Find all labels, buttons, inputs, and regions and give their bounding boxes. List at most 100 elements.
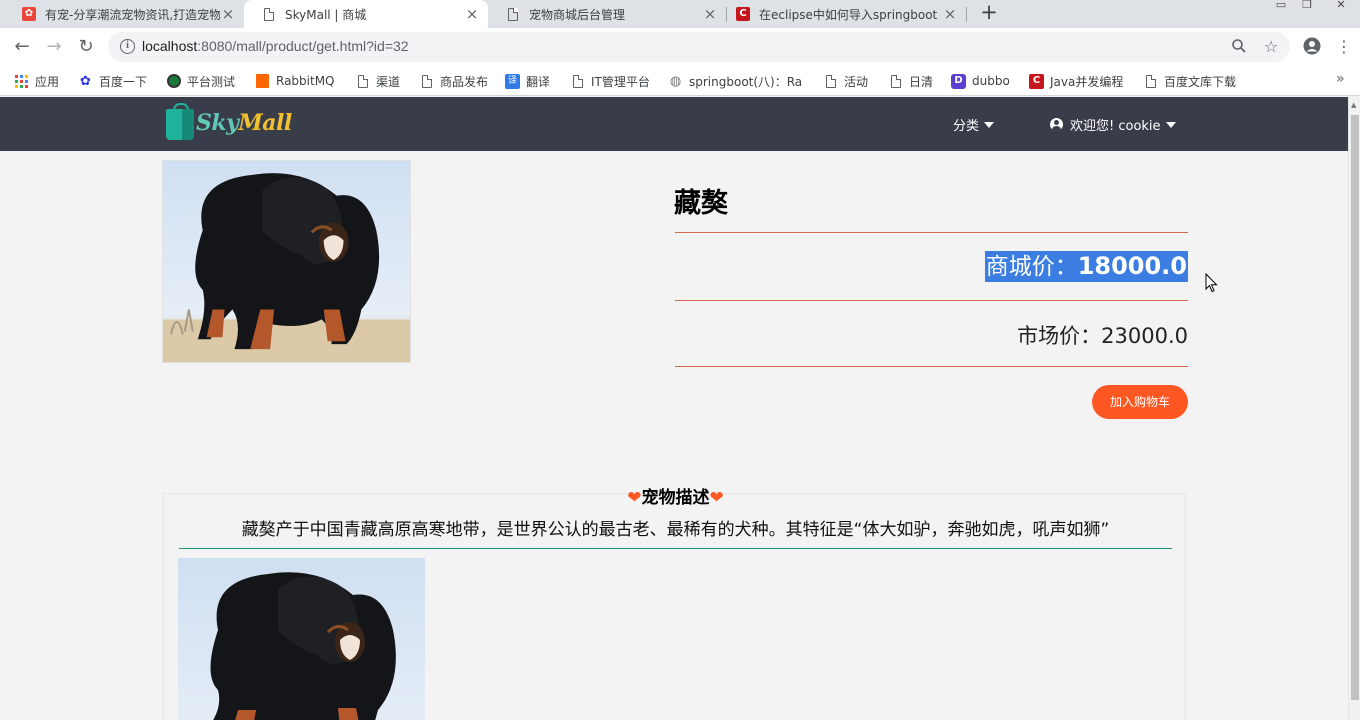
globe-icon: ◍ xyxy=(669,73,682,89)
description-text: 藏獒产于中国青藏高原高寒地带，是世界公认的最古老、最稀有的犬种。其特征是“体大如… xyxy=(241,520,1110,540)
new-tab-button[interactable]: + xyxy=(978,1,1000,25)
divider-line xyxy=(675,366,1188,367)
tab-eclipse[interactable]: C 在eclipse中如何导入springboot × xyxy=(718,0,966,28)
nav-user-label: 欢迎您! cookie xyxy=(1070,119,1161,134)
forward-arrow-icon[interactable]: → xyxy=(43,36,65,58)
scrollbar-thumb[interactable] xyxy=(1351,115,1359,700)
close-icon[interactable]: × xyxy=(464,5,480,23)
restore-icon[interactable]: ❐ xyxy=(1296,0,1318,10)
bookmark-channel[interactable]: 渠道 xyxy=(355,72,400,90)
bookmark-label: 翻译 xyxy=(526,74,551,89)
logo-text: SkyMall xyxy=(196,110,292,136)
zoom-icon[interactable] xyxy=(1230,38,1248,56)
product-name: 藏獒 xyxy=(674,188,728,219)
url-text[interactable]: localhost:8080/mall/product/get.html?id=… xyxy=(142,38,409,54)
bookmarks-bar: 应用 ✿ 百度一下 平台测试 RabbitMQ 渠道 商品发布 译翻译 IT管理平… xyxy=(0,66,1360,96)
profile-avatar-icon[interactable] xyxy=(1302,37,1322,57)
tab-title: 有宠-分享潮流宠物资讯,打造宠物 xyxy=(45,7,220,22)
bookmark-platform-test[interactable]: 平台测试 xyxy=(166,72,235,90)
close-icon[interactable]: × xyxy=(702,5,718,23)
url-path: :8080/mall/product/get.html?id=32 xyxy=(197,38,409,54)
bookmark-label: 应用 xyxy=(35,74,60,89)
baidu-paw-icon: ✿ xyxy=(80,73,91,89)
apps-grid-icon xyxy=(14,74,29,89)
red-c-icon: C xyxy=(736,7,750,21)
bookmark-label: 百度一下 xyxy=(99,74,148,89)
document-icon xyxy=(506,7,520,21)
market-price-value: 23000.0 xyxy=(1101,324,1188,348)
url-host: localhost xyxy=(142,38,198,54)
bookmark-label: IT管理平台 xyxy=(591,74,650,89)
tab-title: 在eclipse中如何导入springboot xyxy=(759,7,938,22)
bookmark-it-platform[interactable]: IT管理平台 xyxy=(570,72,650,90)
description-heading: ❤宠物描述❤ xyxy=(164,483,1187,508)
user-icon xyxy=(1050,118,1063,131)
bookmark-product-publish[interactable]: 商品发布 xyxy=(419,72,488,90)
translate-icon: 译 xyxy=(505,73,520,89)
bookmark-daily[interactable]: 日清 xyxy=(888,72,933,90)
close-icon[interactable]: × xyxy=(942,5,958,23)
bookmark-apps[interactable]: 应用 xyxy=(14,72,59,90)
browser-tab-strip: ✿ 有宠-分享潮流宠物资讯,打造宠物 × SkyMall | 商城 × 宠物商城… xyxy=(0,0,1360,28)
window-close-icon[interactable]: ✕ xyxy=(1330,0,1352,10)
bookmark-springboot[interactable]: ◍ springboot(八)：Ra xyxy=(668,72,806,90)
skymall-logo[interactable]: SkyMall xyxy=(166,103,296,142)
nav-category-dropdown[interactable]: 分类 xyxy=(953,115,995,134)
bookmark-label: RabbitMQ xyxy=(276,74,335,88)
browser-toolbar: ← → ↻ i localhost:8080/mall/product/get.… xyxy=(0,28,1360,66)
bookmark-java-concurrency[interactable]: C Java并发编程 xyxy=(1029,72,1123,90)
mouse-cursor-icon xyxy=(1205,273,1218,293)
nav-category-label: 分类 xyxy=(953,119,980,134)
minimize-icon[interactable]: ▭ xyxy=(1270,0,1292,10)
bookmark-label: Java并发编程 xyxy=(1050,74,1124,89)
heart-icon: ❤ xyxy=(627,488,642,508)
bookmark-activity[interactable]: 活动 xyxy=(823,72,868,90)
bookmark-rabbitmq[interactable]: RabbitMQ xyxy=(255,72,335,90)
dog-photo-icon xyxy=(178,558,425,720)
reload-icon[interactable]: ↻ xyxy=(75,36,97,58)
nav-user-dropdown[interactable]: 欢迎您! cookie xyxy=(1050,115,1176,134)
shop-price-label: 商城价： xyxy=(985,254,1078,280)
product-image xyxy=(162,160,411,363)
scroll-up-arrow-icon[interactable]: ▲ xyxy=(1351,101,1356,109)
bookmark-label: 平台测试 xyxy=(187,74,236,89)
tab-skymall[interactable]: SkyMall | 商城 × xyxy=(244,0,488,28)
dubbo-icon: D xyxy=(951,73,966,89)
tab-title: SkyMall | 商城 xyxy=(285,7,367,22)
address-bar[interactable]: i localhost:8080/mall/product/get.html?i… xyxy=(108,32,1290,62)
document-icon xyxy=(355,74,370,89)
market-price: 市场价：23000.0 xyxy=(1017,320,1188,350)
description-divider xyxy=(179,548,1172,549)
bookmark-label: springboot(八)：Ra xyxy=(689,74,803,89)
tab-separator xyxy=(966,7,967,22)
add-to-cart-button[interactable]: 加入购物车 xyxy=(1092,385,1188,419)
site-info-icon[interactable]: i xyxy=(120,39,135,54)
shop-price: 商城价：18000.0 xyxy=(984,251,1188,282)
menu-kebab-icon[interactable]: ⋮ xyxy=(1334,37,1354,57)
document-icon xyxy=(823,74,838,89)
bookmark-label: 百度文库下载 xyxy=(1164,74,1237,89)
page-viewport: SkyMall 分类 欢迎您! cookie 藏獒 商城价：18000.0 市场… xyxy=(0,97,1348,720)
tab-youchong[interactable]: ✿ 有宠-分享潮流宠物资讯,打造宠物 × xyxy=(4,0,244,28)
vertical-scrollbar[interactable]: ▲ xyxy=(1348,97,1360,720)
shopping-bag-icon xyxy=(166,103,194,140)
bookmark-translate[interactable]: 译翻译 xyxy=(505,72,550,90)
bookmark-dubbo[interactable]: Ddubbo xyxy=(951,72,1010,90)
document-icon xyxy=(1143,74,1158,89)
site-navbar: SkyMall 分类 欢迎您! cookie xyxy=(0,97,1348,151)
bookmark-label: 日清 xyxy=(909,74,934,89)
close-icon[interactable]: × xyxy=(220,5,236,23)
bookmark-baidu-wenku[interactable]: 百度文库下载 xyxy=(1143,72,1236,90)
description-title: 宠物描述 xyxy=(641,488,710,508)
tab-title: 宠物商城后台管理 xyxy=(529,7,626,22)
back-arrow-icon[interactable]: ← xyxy=(11,36,33,58)
bookmark-star-icon[interactable]: ☆ xyxy=(1262,38,1280,56)
rabbitmq-icon xyxy=(255,74,270,89)
document-icon xyxy=(262,7,276,21)
description-image xyxy=(178,558,425,720)
more-bookmarks-icon[interactable]: » xyxy=(1336,71,1345,87)
document-icon xyxy=(570,74,585,89)
tab-admin[interactable]: 宠物商城后台管理 × xyxy=(488,0,726,28)
bookmark-baidu[interactable]: ✿ 百度一下 xyxy=(78,72,147,90)
document-icon xyxy=(888,74,903,89)
